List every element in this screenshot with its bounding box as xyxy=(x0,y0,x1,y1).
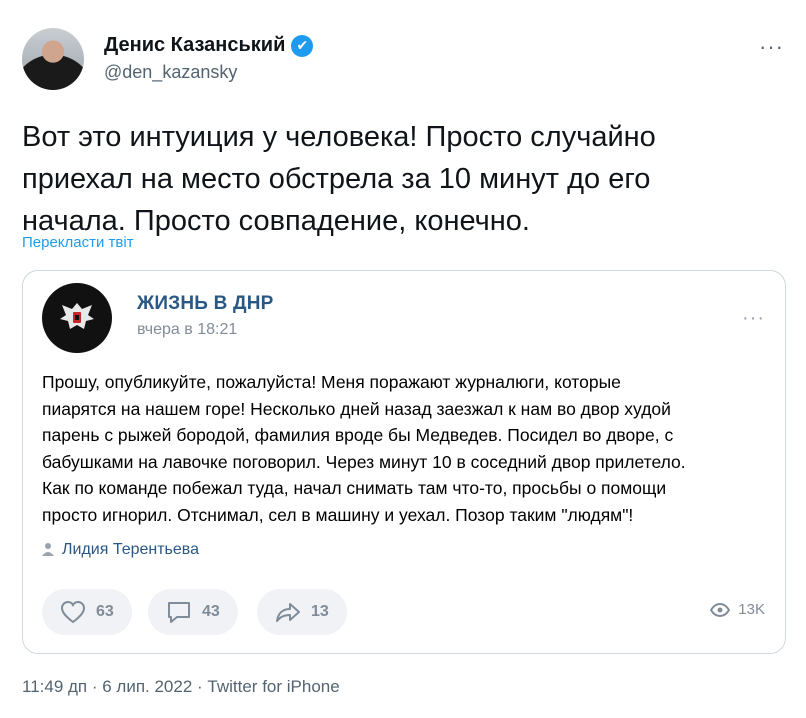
post-text-line: парень с рыжей бородой, фамилия вроде бы… xyxy=(42,425,674,445)
like-count: 63 xyxy=(96,603,114,620)
author-avatar[interactable] xyxy=(22,28,84,90)
heart-icon xyxy=(60,600,86,624)
post-author[interactable]: Лидия Терентьева xyxy=(42,541,199,559)
post-text: Прошу, опубликуйте, пожалуйста! Меня пор… xyxy=(42,369,772,528)
embedded-post-card[interactable]: ЖИЗНЬ В ДНР вчера в 18:21 ··· Прошу, опу… xyxy=(22,270,786,654)
post-text-line: Как по команде побежал туда, начал снима… xyxy=(42,478,667,498)
author-name[interactable]: Денис Казанський ✔ xyxy=(104,34,314,57)
comment-icon xyxy=(168,602,190,623)
post-text-line: бабушками на лавочке поговорил. Через ми… xyxy=(42,451,686,472)
comment-button[interactable]: 43 xyxy=(148,589,238,635)
author-name-label: Денис Казанський xyxy=(104,34,286,56)
verified-badge-icon: ✔ xyxy=(291,34,314,57)
more-options-icon[interactable]: ··· xyxy=(759,34,784,60)
post-text-line: пиарятся на нашем горе! Несколько дней н… xyxy=(42,398,671,419)
post-time[interactable]: вчера в 18:21 xyxy=(137,321,237,339)
dpr-eagle-icon xyxy=(60,303,94,329)
author-handle[interactable]: @den_kazansky xyxy=(104,62,237,83)
eye-icon xyxy=(710,602,731,617)
post-author-name: Лидия Терентьева xyxy=(62,541,200,558)
share-button[interactable]: 13 xyxy=(257,589,347,635)
person-icon xyxy=(42,542,54,559)
views-counter: 13K xyxy=(710,601,765,618)
like-button[interactable]: 63 xyxy=(42,589,132,635)
share-count: 13 xyxy=(311,603,329,620)
views-count: 13K xyxy=(738,601,765,618)
translate-tweet-link[interactable]: Перекласти твіт xyxy=(22,234,134,251)
share-arrow-icon xyxy=(276,603,300,622)
post-text-line: Прошу, опубликуйте, пожалуйста! Меня пор… xyxy=(42,372,621,392)
comment-count: 43 xyxy=(202,603,220,620)
group-logo-icon[interactable] xyxy=(42,283,112,353)
group-name[interactable]: ЖИЗНЬ В ДНР xyxy=(137,293,274,315)
post-more-icon[interactable]: ··· xyxy=(742,307,765,330)
tweet-meta[interactable]: 11:49 дп · 6 лип. 2022 · Twitter for iPh… xyxy=(22,677,340,697)
tweet-text: Вот это интуиция у человека! Просто случ… xyxy=(22,121,656,237)
post-text-line: просто игнорил. Отснимал, сел в машину и… xyxy=(42,504,634,525)
